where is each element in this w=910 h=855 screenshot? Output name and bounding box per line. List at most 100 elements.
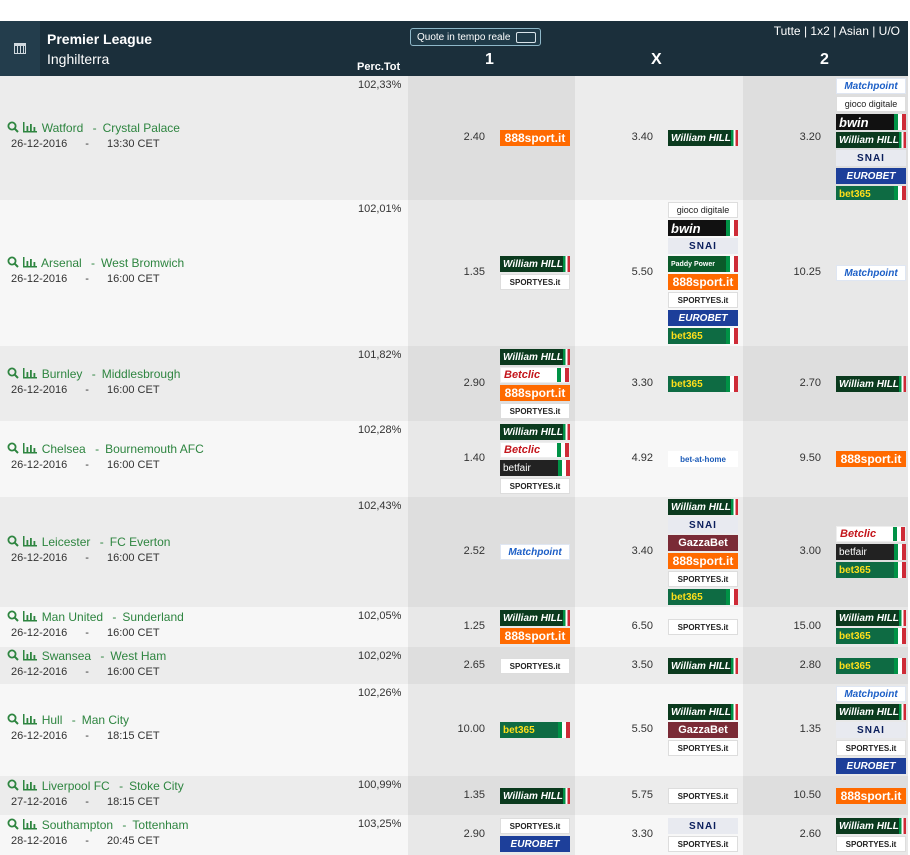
match-teams[interactable]: Swansea - West Ham [7,649,166,664]
search-icon[interactable] [7,649,19,664]
bookmaker-logo-sp[interactable]: SPORTYES.it [668,788,738,804]
odd-1[interactable]: 2.65 [445,659,485,671]
home-team[interactable]: Chelsea [42,442,86,456]
home-team[interactable]: Leicester [42,535,91,549]
bookmaker-logo-mp[interactable]: Matchpoint [500,544,570,560]
stats-chart-icon[interactable] [22,779,38,794]
odd-2[interactable]: 3.20 [781,131,821,143]
stats-chart-icon[interactable] [22,442,38,457]
bookmaker-logo-wh[interactable]: William HILL [668,658,738,674]
bookmaker-logo-b365[interactable]: bet365 [668,589,738,605]
search-icon[interactable] [7,818,19,833]
bookmaker-logo-gd[interactable]: gioco digitale [836,96,906,112]
bookmaker-logo-b365[interactable]: bet365 [836,562,906,578]
home-team[interactable]: Watford [42,121,84,135]
bookmaker-logo-wh[interactable]: William HILL [668,704,738,720]
market-filters[interactable]: Tutte | 1x2 | Asian | U/O [774,24,900,38]
bookmaker-logo-bah[interactable]: bet-at-home [668,451,738,467]
odd-2[interactable]: 2.70 [781,377,821,389]
stats-chart-icon[interactable] [22,649,38,664]
bookmaker-logo-euro[interactable]: EUROBET [836,758,906,774]
away-team[interactable]: West Bromwich [101,256,184,270]
bookmaker-logo-s888[interactable]: 888sport.it [668,553,738,569]
bookmaker-logo-mp[interactable]: Matchpoint [836,78,906,94]
bookmaker-logo-wh[interactable]: William HILL [836,704,906,720]
bookmaker-logo-bc[interactable]: Betclic [836,526,906,542]
bookmaker-logo-bwin[interactable]: bwin [836,114,906,130]
bookmaker-logo-sp[interactable]: SPORTYES.it [500,478,570,494]
bookmaker-logo-wh[interactable]: William HILL [500,256,570,272]
bookmaker-logo-wh[interactable]: William HILL [668,499,738,515]
odd-1[interactable]: 2.52 [445,545,485,557]
bookmaker-logo-gb[interactable]: GazzaBet [668,722,738,738]
odd-1[interactable]: 1.40 [445,452,485,464]
home-team[interactable]: Burnley [42,367,83,381]
bookmaker-logo-bwin[interactable]: bwin [668,220,738,236]
bookmaker-logo-sp[interactable]: SPORTYES.it [500,274,570,290]
away-team[interactable]: Stoke City [129,779,184,793]
calendar-icon[interactable] [0,21,40,76]
bookmaker-logo-euro[interactable]: EUROBET [500,836,570,852]
search-icon[interactable] [7,121,19,136]
away-team[interactable]: FC Everton [110,535,171,549]
home-team[interactable]: Swansea [42,649,91,663]
bookmaker-logo-sp[interactable]: SPORTYES.it [668,619,738,635]
bookmaker-logo-b365[interactable]: bet365 [668,328,738,344]
stats-chart-icon[interactable] [22,256,38,271]
search-icon[interactable] [7,713,19,728]
away-team[interactable]: West Ham [110,649,166,663]
odd-x[interactable]: 3.30 [613,377,653,389]
toggle-switch-icon[interactable] [516,31,537,43]
bookmaker-logo-wh[interactable]: William HILL [500,424,570,440]
match-teams[interactable]: Chelsea - Bournemouth AFC [7,442,204,457]
home-team[interactable]: Hull [42,713,63,727]
bookmaker-logo-gb[interactable]: GazzaBet [668,535,738,551]
bookmaker-logo-s888[interactable]: 888sport.it [836,788,906,804]
bookmaker-logo-b365[interactable]: bet365 [668,376,738,392]
odd-x[interactable]: 3.40 [613,131,653,143]
bookmaker-logo-s888[interactable]: 888sport.it [500,385,570,401]
bookmaker-logo-wh[interactable]: William HILL [836,818,906,834]
stats-chart-icon[interactable] [22,818,38,833]
bookmaker-logo-b365[interactable]: bet365 [836,628,906,644]
bookmaker-logo-bc[interactable]: Betclic [500,442,570,458]
bookmaker-logo-euro[interactable]: EUROBET [668,310,738,326]
live-odds-toggle[interactable]: Quote in tempo reale [410,28,542,46]
match-teams[interactable]: Southampton - Tottenham [7,818,188,833]
bookmaker-logo-wh[interactable]: William HILL [500,610,570,626]
stats-chart-icon[interactable] [22,610,38,625]
odd-2[interactable]: 3.00 [781,545,821,557]
search-icon[interactable] [7,610,19,625]
home-team[interactable]: Arsenal [41,256,82,270]
bookmaker-logo-snai[interactable]: SNAI [668,517,738,533]
odd-x[interactable]: 5.75 [613,789,653,801]
bookmaker-logo-wh[interactable]: William HILL [836,132,906,148]
odd-1[interactable]: 10.00 [445,723,485,735]
stats-chart-icon[interactable] [22,121,38,136]
bookmaker-logo-snai[interactable]: SNAI [836,150,906,166]
bookmaker-logo-bf[interactable]: betfair [836,544,906,560]
bookmaker-logo-sp[interactable]: SPORTYES.it [668,740,738,756]
bookmaker-logo-sp[interactable]: SPORTYES.it [500,403,570,419]
bookmaker-logo-b365[interactable]: bet365 [836,658,906,674]
stats-chart-icon[interactable] [22,535,38,550]
match-teams[interactable]: Watford - Crystal Palace [7,121,180,136]
bookmaker-logo-bc[interactable]: Betclic [500,367,570,383]
bookmaker-logo-euro[interactable]: EUROBET [836,168,906,184]
bookmaker-logo-mp[interactable]: Matchpoint [836,265,906,281]
odd-x[interactable]: 4.92 [613,452,653,464]
match-teams[interactable]: Hull - Man City [7,713,129,728]
bookmaker-logo-snai[interactable]: SNAI [668,818,738,834]
away-team[interactable]: Man City [82,713,129,727]
bookmaker-logo-snai[interactable]: SNAI [836,722,906,738]
match-teams[interactable]: Liverpool FC - Stoke City [7,779,184,794]
bookmaker-logo-sp[interactable]: SPORTYES.it [668,292,738,308]
search-icon[interactable] [7,779,19,794]
away-team[interactable]: Crystal Palace [103,121,180,135]
search-icon[interactable] [7,256,19,271]
odd-x[interactable]: 6.50 [613,620,653,632]
stats-chart-icon[interactable] [22,367,38,382]
odd-x[interactable]: 3.40 [613,545,653,557]
away-team[interactable]: Sunderland [122,610,183,624]
match-teams[interactable]: Arsenal - West Bromwich [7,256,184,271]
